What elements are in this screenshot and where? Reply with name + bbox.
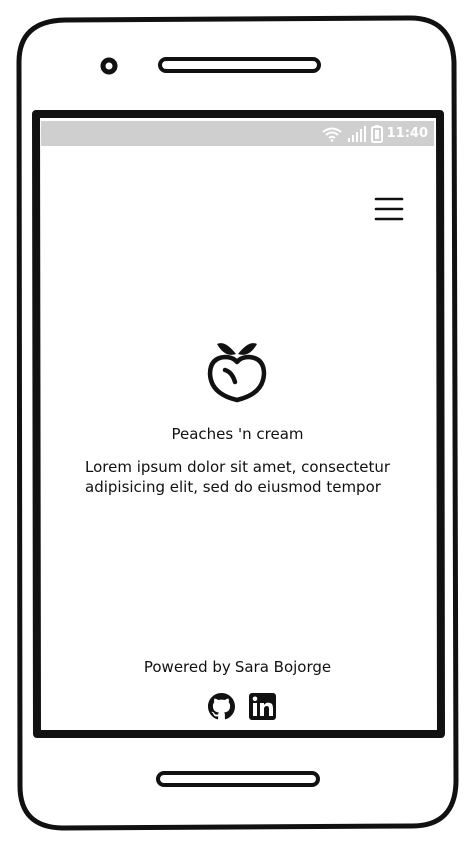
peach-icon xyxy=(207,343,267,403)
social-links xyxy=(207,692,277,724)
app-description: Lorem ipsum dolor sit amet, consectetur … xyxy=(85,458,391,496)
author-name: Sara Bojorge xyxy=(234,658,332,676)
github-link[interactable] xyxy=(207,692,236,721)
powered-by-footer: Powered by Sara Bojorge xyxy=(41,657,434,677)
menu-button[interactable] xyxy=(374,196,404,222)
linkedin-link[interactable] xyxy=(248,692,277,721)
hamburger-menu-icon xyxy=(374,197,404,221)
wifi-icon xyxy=(321,127,342,142)
app-title: Peaches 'n cream xyxy=(171,425,304,443)
linkedin-icon xyxy=(249,693,276,720)
status-time: 11:40 xyxy=(386,126,428,141)
status-icons: 11:40 xyxy=(321,123,428,144)
powered-by-label: Powered by xyxy=(143,658,231,676)
status-bar: 11:40 xyxy=(41,121,434,146)
battery-icon xyxy=(370,124,383,143)
signal-icon xyxy=(347,125,366,142)
phone-screen: 11:40 Peaches 'n cream Lorem ipsum dolor… xyxy=(41,121,434,728)
github-icon xyxy=(208,693,235,720)
